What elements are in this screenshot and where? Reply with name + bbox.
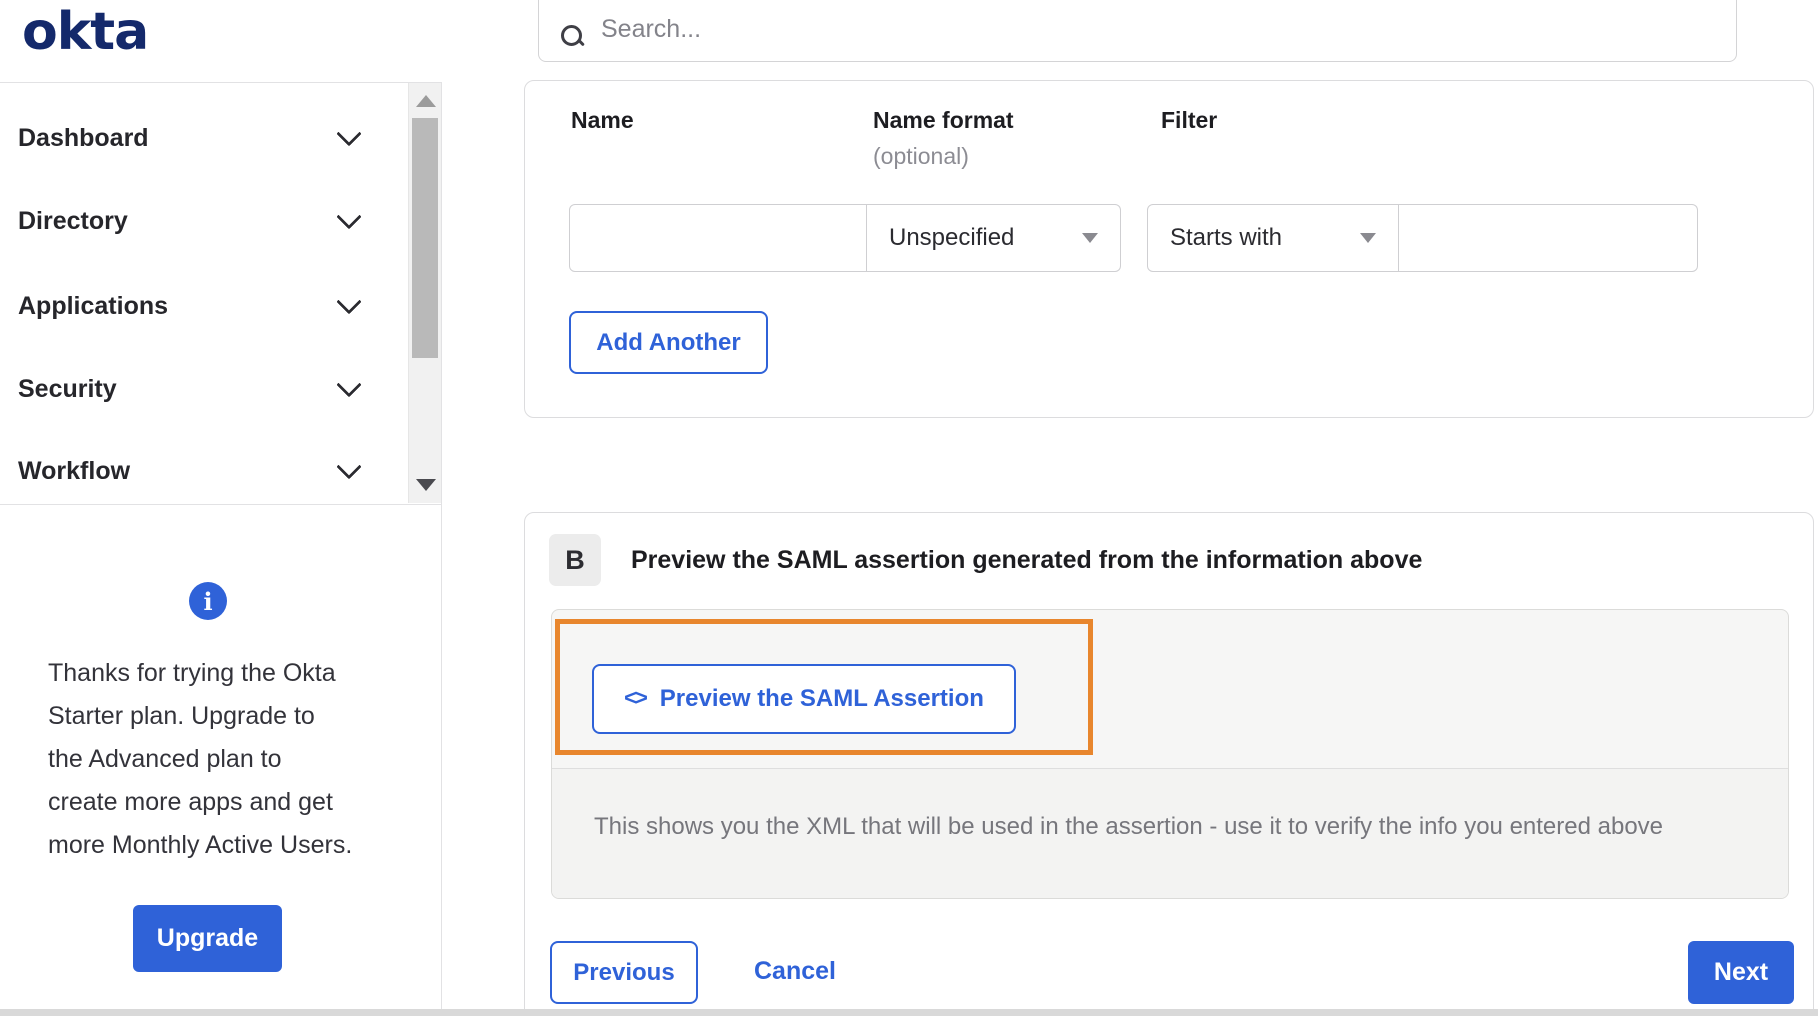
upsell-line: the Advanced plan to [48,745,282,773]
info-icon: i [189,582,227,620]
sidebar-nav: Dashboard Directory Applications Securit… [0,82,441,505]
chevron-down-icon [336,372,362,398]
sidebar-item-label: Applications [18,291,169,320]
sidebar-item-dashboard[interactable]: Dashboard [0,113,404,163]
sidebar-item-security[interactable]: Security [0,364,404,414]
name-format-value: Unspecified [889,224,1015,251]
preview-saml-card: B Preview the SAML assertion generated f… [524,512,1814,1016]
name-column-label: Name [571,107,634,133]
code-icon: <> [624,685,648,710]
attribute-statements-card: Name Name format (optional) Filter Unspe… [524,80,1814,418]
caret-down-icon [1082,233,1098,243]
upgrade-button[interactable]: Upgrade [133,905,282,972]
sidebar-item-label: Security [18,374,117,403]
preview-saml-assertion-button[interactable]: <> Preview the SAML Assertion [592,664,1016,734]
caret-down-icon [1360,233,1376,243]
search-icon [561,25,583,47]
bottom-edge-strip [0,1009,1818,1016]
scroll-up-icon[interactable] [416,95,436,107]
upsell-line: create more apps and get [48,788,333,816]
sidebar-item-applications[interactable]: Applications [0,281,404,331]
sidebar-scrollbar[interactable] [408,83,442,503]
global-search[interactable] [538,0,1737,62]
step-b-badge: B [549,534,601,586]
filter-value-input[interactable] [1399,204,1698,272]
okta-logo: okta [22,2,149,62]
preview-button-label: Preview the SAML Assertion [659,685,984,712]
chevron-down-icon [336,204,362,230]
sidebar-item-label: Dashboard [18,123,149,152]
filter-operator-value: Starts with [1170,224,1283,251]
next-button[interactable]: Next [1688,941,1794,1004]
sidebar-item-label: Directory [18,206,128,235]
preview-section-title: Preview the SAML assertion generated fro… [631,546,1423,574]
filter-column-label: Filter [1161,107,1218,133]
chevron-down-icon [336,289,362,315]
chevron-down-icon [336,121,362,147]
preview-description: This shows you the XML that will be used… [594,813,1664,840]
filter-field-group: Starts with [1147,204,1698,272]
previous-button[interactable]: Previous [550,941,698,1004]
sidebar-item-label: Workflow [18,456,131,485]
name-format-optional-label: (optional) [873,143,969,169]
add-another-button[interactable]: Add Another [569,311,768,374]
attribute-name-input[interactable] [569,204,867,272]
sidebar-divider [441,82,442,1016]
upsell-message: Thanks for trying the Okta Starter plan.… [48,652,398,867]
okta-admin-screen: okta Dashboard Directory Applications Se… [0,0,1818,1016]
upsell-line: Thanks for trying the Okta [48,659,336,687]
scrollbar-thumb[interactable] [412,118,438,358]
name-format-select[interactable]: Unspecified [867,204,1121,272]
scroll-down-icon[interactable] [416,479,436,491]
search-input[interactable] [599,11,1736,47]
name-field-group: Unspecified [569,204,1121,272]
upsell-line: more Monthly Active Users. [48,831,353,859]
name-format-column-label: Name format [873,107,1014,133]
filter-operator-select[interactable]: Starts with [1147,204,1399,272]
chevron-down-icon [336,454,362,480]
upsell-line: Starter plan. Upgrade to [48,702,315,730]
sidebar-item-directory[interactable]: Directory [0,196,404,246]
sidebar-item-workflow[interactable]: Workflow [0,446,404,496]
preview-panel [551,609,1789,899]
cancel-button[interactable]: Cancel [748,956,842,987]
